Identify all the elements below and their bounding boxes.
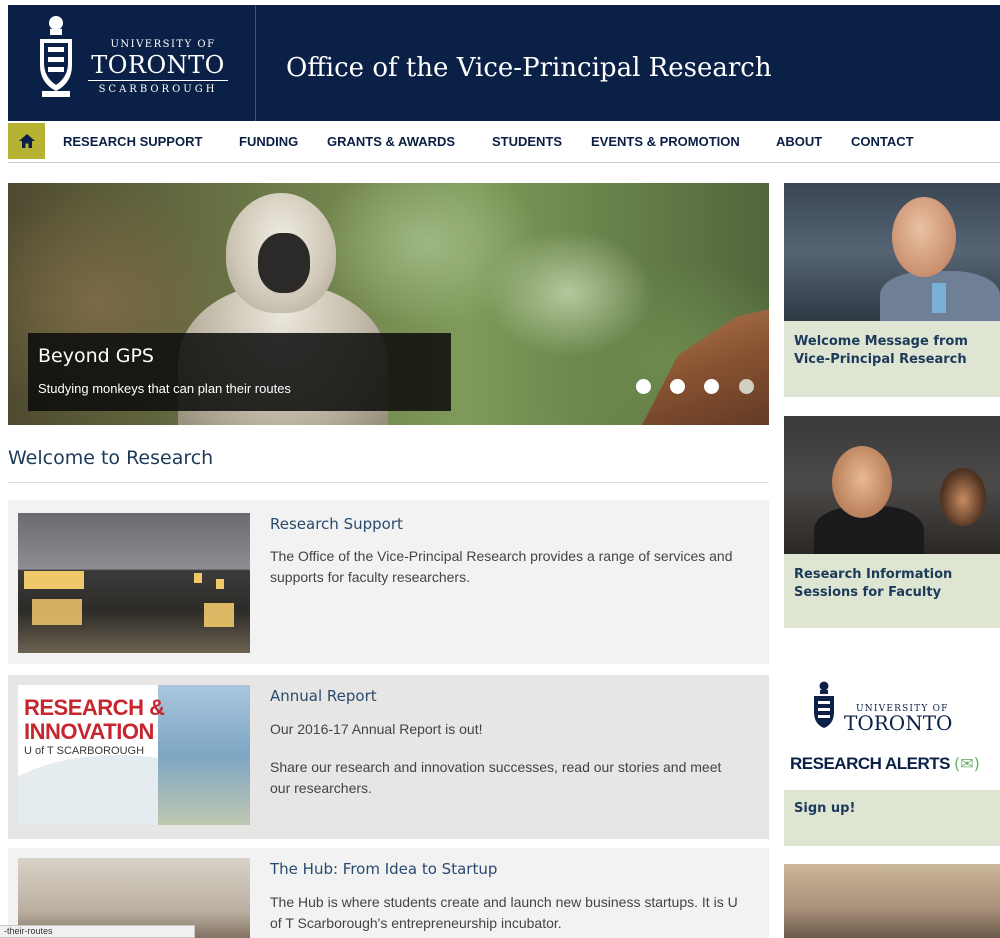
sidebar-card-photo[interactable] (784, 864, 1000, 938)
card-research-support: Research Support The Office of the Vice-… (8, 500, 769, 664)
card-text: The Office of the Vice-Principal Researc… (270, 548, 733, 585)
report-image-line1: RESEARCH & (24, 695, 165, 720)
uoft-scarborough-logo[interactable]: UNIVERSITY OF TORONTO SCARBOROUGH (8, 5, 256, 121)
slider-dot-4[interactable] (739, 379, 754, 394)
nav-item-funding[interactable]: FUNDING (239, 134, 298, 149)
home-icon (18, 134, 35, 148)
card-title[interactable]: The Hub: From Idea to Startup (270, 860, 497, 878)
vice-principal-photo (784, 183, 1000, 321)
site-header: UNIVERSITY OF TORONTO SCARBOROUGH Office… (8, 5, 1000, 121)
site-title[interactable]: Office of the Vice-Principal Research (286, 53, 772, 83)
nav-item-about[interactable]: ABOUT (776, 134, 822, 149)
crest-icon (814, 681, 834, 728)
building-window (194, 573, 202, 583)
logo-scarborough: SCARBOROUGH (98, 84, 218, 95)
building-window (32, 599, 82, 625)
annual-report-thumbnail[interactable]: RESEARCH & INNOVATION U of T SCARBOROUGH (18, 685, 250, 825)
hero-slider[interactable]: Beyond GPS Studying monkeys that can pla… (8, 183, 769, 425)
session-woman-head (940, 468, 986, 526)
slider-dot-3[interactable] (704, 379, 719, 394)
building-window (24, 571, 84, 589)
hero-monkey-face (258, 233, 310, 293)
report-image-building (158, 685, 250, 825)
sidebar-card-research-alerts[interactable]: UNIVERSITY OF TORONTO RESEARCH ALERTS (✉… (784, 650, 1000, 846)
hero-subtitle: Studying monkeys that can plan their rou… (38, 381, 291, 396)
section-divider (8, 482, 769, 483)
sidebar-card-label[interactable]: Sign up! (794, 800, 855, 818)
alert-research-alerts: RESEARCH ALERTS (790, 754, 951, 773)
nav-item-contact[interactable]: CONTACT (851, 134, 914, 149)
vp-head (892, 197, 956, 277)
report-image-line3: U of T SCARBOROUGH (24, 745, 145, 757)
sidebar-card-label[interactable]: Research Information Sessions for Facult… (794, 566, 1000, 602)
logo-toronto: TORONTO (88, 51, 228, 81)
hero-branch (638, 303, 769, 425)
card-text: Share our research and innovation succes… (270, 759, 722, 796)
welcome-heading: Welcome to Research (8, 447, 214, 469)
nav-item-students[interactable]: STUDENTS (492, 134, 562, 149)
session-man-head (832, 446, 892, 518)
envelope-icon: (✉) (954, 754, 980, 773)
nav-item-events-promotion[interactable]: EVENTS & PROMOTION (591, 134, 740, 149)
logo-university-of: UNIVERSITY OF (110, 39, 216, 50)
sidebar-card-info-sessions[interactable]: Research Information Sessions for Facult… (784, 416, 1000, 628)
card-annual-report: RESEARCH & INNOVATION U of T SCARBOROUGH… (8, 675, 769, 839)
research-support-thumbnail[interactable] (18, 513, 250, 653)
nav-item-research-support[interactable]: RESEARCH SUPPORT (63, 134, 202, 149)
browser-status-bar: -their-routes (0, 925, 195, 938)
report-image-line2: INNOVATION (24, 719, 154, 744)
sidebar-card-label[interactable]: Welcome Message from Vice-Principal Rese… (794, 333, 1000, 369)
home-button[interactable] (8, 123, 45, 159)
building-window (216, 579, 224, 589)
card-text: Our 2016-17 Annual Report is out! (270, 721, 483, 737)
slider-dot-1[interactable] (636, 379, 651, 394)
card-title[interactable]: Research Support (270, 515, 403, 533)
nav-item-grants-awards[interactable]: GRANTS & AWARDS (327, 134, 455, 149)
hero-caption[interactable]: Beyond GPS Studying monkeys that can pla… (28, 333, 451, 411)
card-text: The Hub is where students create and lau… (270, 894, 738, 931)
alert-toronto: TORONTO (844, 711, 953, 735)
card-title[interactable]: Annual Report (270, 687, 377, 705)
info-session-photo (784, 416, 1000, 554)
hero-title: Beyond GPS (38, 345, 154, 367)
crest-icon (40, 16, 72, 97)
sidebar-card-welcome-message[interactable]: Welcome Message from Vice-Principal Rese… (784, 183, 1000, 397)
vp-tie (932, 283, 946, 313)
building-window (204, 603, 234, 627)
slider-dot-2[interactable] (670, 379, 685, 394)
research-alerts-banner: UNIVERSITY OF TORONTO RESEARCH ALERTS (✉… (784, 650, 1000, 790)
main-nav: RESEARCH SUPPORT FUNDING GRANTS & AWARDS… (8, 121, 1000, 163)
